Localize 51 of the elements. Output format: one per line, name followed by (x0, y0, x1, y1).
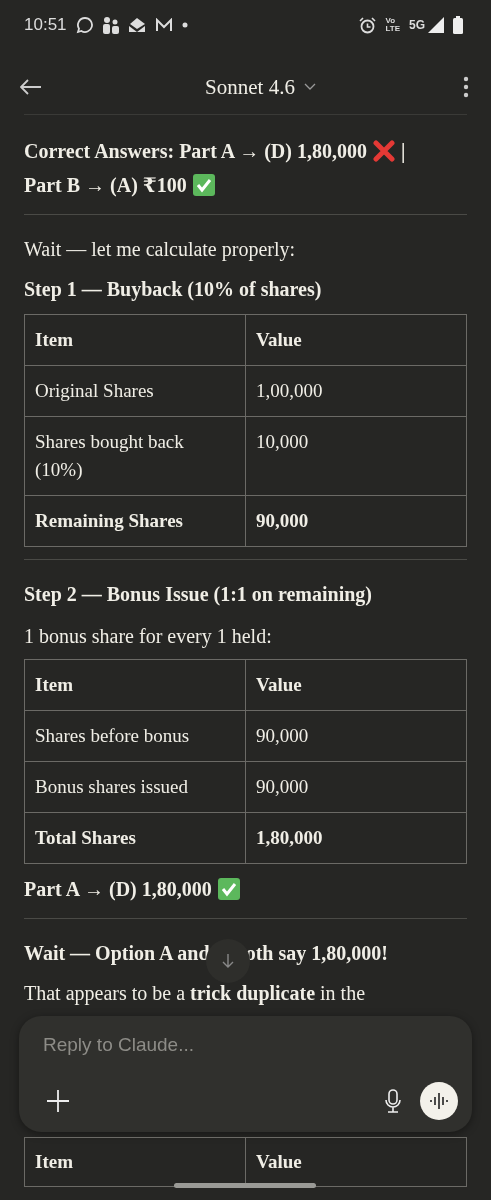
table-header-cell-text: Value (255, 1150, 303, 1174)
mail-icon (154, 18, 173, 32)
table-cell-text: 1,00,000 (255, 379, 324, 403)
paragraph: 1 bonus share for every 1 held: (24, 624, 273, 650)
heading-text: | (400, 139, 406, 165)
voice-mode-button[interactable] (420, 1082, 458, 1120)
plus-icon (47, 1090, 69, 1112)
menu-icon (463, 76, 469, 98)
model-selector[interactable]: Sonnet 4.6 (201, 72, 320, 102)
table-header-cell: Item (25, 315, 246, 365)
battery-icon (453, 16, 463, 34)
network-label: LTE (385, 25, 400, 33)
down-arrow-icon (221, 953, 234, 969)
status-time: 10:51 (24, 15, 67, 35)
chat-bubble-icon (75, 16, 94, 34)
waveform-icon (429, 1093, 449, 1109)
paragraph: Wait — let me calculate properly: (24, 237, 297, 263)
section-heading: Step 1 — Buyback (10% of shares) (24, 277, 323, 303)
cross-icon (372, 140, 395, 162)
table-cell: Total Shares (25, 813, 246, 863)
microphone-icon (384, 1089, 402, 1113)
heading-text: Part B → (A) ₹100 (24, 173, 187, 199)
reply-field[interactable]: Reply to Claude... (43, 1030, 458, 1060)
table-cell: Shares bought back (10%) (25, 417, 246, 495)
check-icon (217, 878, 240, 900)
chevron-down-icon (303, 83, 316, 91)
people-icon (102, 16, 119, 34)
signal-icon (428, 17, 444, 33)
table-header-cell-text: Value (255, 673, 303, 697)
dot-icon (181, 22, 188, 28)
check-icon (192, 174, 215, 196)
heading-text: Correct Answers: Part A → (D) 1,80,000 (24, 139, 367, 165)
back-arrow-icon (20, 79, 42, 95)
table-cell-text: 1,80,000 (255, 826, 324, 850)
table-cell: Original Shares (25, 366, 246, 416)
table-cell-text: 10,000 (255, 430, 310, 454)
heading-text: Part A → (D) 1,80,000 (24, 877, 212, 903)
table-cell: Bonus shares issued (25, 762, 246, 812)
network-label: Vo (385, 17, 397, 25)
heading-text: Wait — Option A and (24, 941, 210, 967)
table-cell: Shares before bonus (25, 711, 246, 761)
table-cell-text: 90,000 (255, 724, 310, 748)
alarm-icon (359, 16, 377, 34)
table-header-cell-text: Value (255, 328, 303, 352)
table-cell-text: 90,000 (255, 509, 310, 533)
network-type: 5G (409, 18, 425, 32)
paragraph: That appears to be a trick duplicate in the (24, 981, 367, 1007)
section-heading: Step 2 — Bonus Issue (1:1 on remaining) (24, 582, 374, 608)
table-header-cell: Item (25, 660, 246, 710)
table-cell-text: 90,000 (255, 775, 310, 799)
table-cell: Remaining Shares (25, 496, 246, 546)
